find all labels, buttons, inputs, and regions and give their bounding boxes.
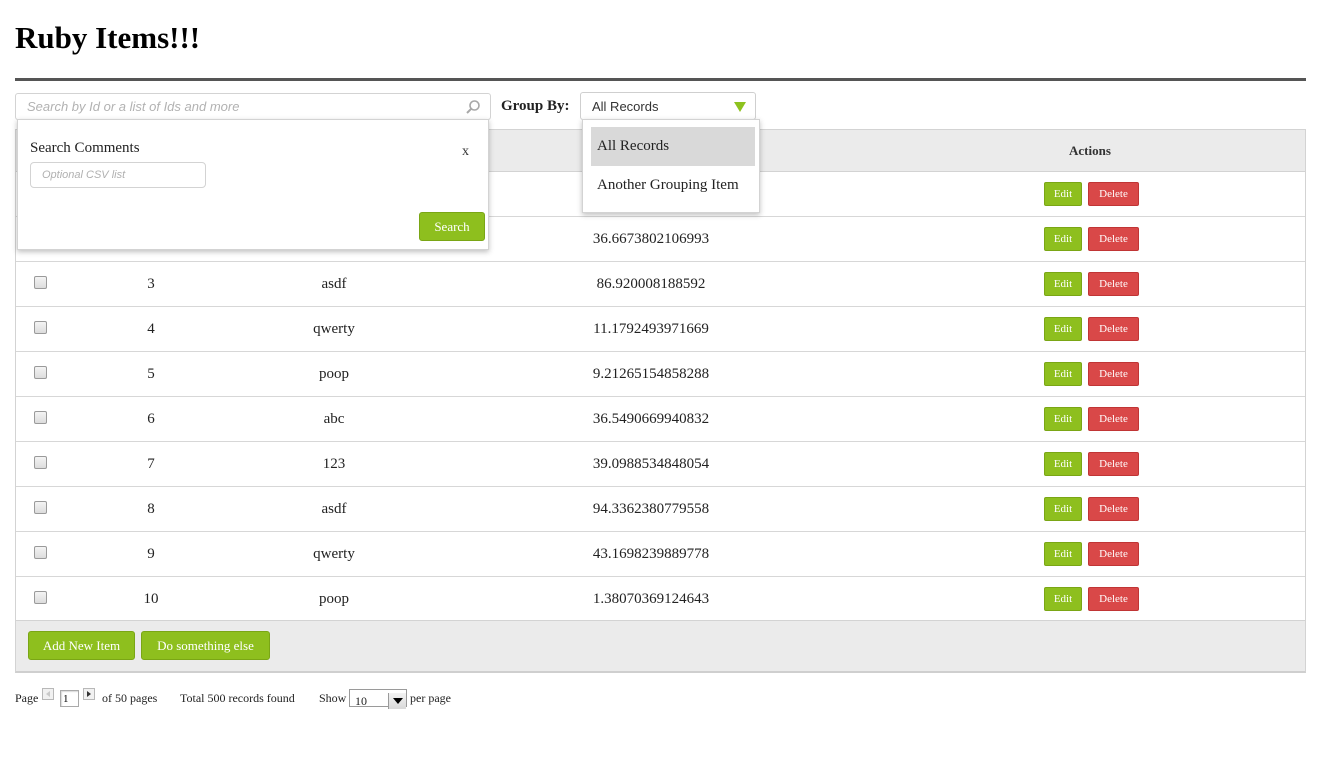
edit-button[interactable]: Edit <box>1044 542 1082 566</box>
delete-button[interactable]: Delete <box>1088 497 1139 521</box>
edit-button[interactable]: Edit <box>1044 362 1082 386</box>
edit-button[interactable]: Edit <box>1044 272 1082 296</box>
row-checkbox[interactable] <box>34 366 47 379</box>
row-name: asdf <box>321 276 347 292</box>
row-name: qwerty <box>313 321 355 337</box>
per-page-value: 10 <box>355 694 367 708</box>
table-row: 5 poop 9.21265154858288 Edit Delete <box>16 352 1305 397</box>
per-page-select[interactable]: 10 <box>349 689 407 709</box>
edit-button[interactable]: Edit <box>1044 497 1082 521</box>
edit-button[interactable]: Edit <box>1044 227 1082 251</box>
edit-button[interactable]: Edit <box>1044 407 1082 431</box>
page-label: Page <box>15 691 39 705</box>
add-new-item-button[interactable]: Add New Item <box>28 631 135 660</box>
row-id: 6 <box>147 411 155 427</box>
table-row: 4 qwerty 11.1792493971669 Edit Delete <box>16 307 1305 352</box>
search-box[interactable] <box>15 93 491 120</box>
row-value: 43.1698239889778 <box>592 546 710 562</box>
row-checkbox[interactable] <box>34 591 47 604</box>
row-id: 7 <box>147 456 155 472</box>
arrow-left-icon <box>46 691 50 697</box>
row-checkbox[interactable] <box>34 456 47 469</box>
row-value: 36.6673802106993 <box>592 231 710 247</box>
grid-footer: Add New Item Do something else <box>16 620 1305 671</box>
row-name: asdf <box>321 501 347 517</box>
row-checkbox[interactable] <box>34 546 47 559</box>
row-name: abc <box>323 411 345 427</box>
row-checkbox[interactable] <box>34 276 47 289</box>
row-name: poop <box>319 591 349 607</box>
group-by-label: Group By: <box>501 98 570 114</box>
row-id: 9 <box>147 546 155 562</box>
table-row: 10 poop 1.38070369124643 Edit Delete <box>16 577 1305 622</box>
title-divider <box>15 78 1306 81</box>
prev-page-button[interactable] <box>42 688 54 700</box>
delete-button[interactable]: Delete <box>1088 407 1139 431</box>
search-input[interactable] <box>16 94 456 119</box>
row-name: poop <box>319 366 349 382</box>
row-value: 39.0988534848054 <box>592 456 710 472</box>
delete-button[interactable]: Delete <box>1088 227 1139 251</box>
row-id: 8 <box>147 501 155 517</box>
table-row: 3 asdf 86.920008188592 Edit Delete <box>16 262 1305 307</box>
row-id: 4 <box>147 321 155 337</box>
row-name: qwerty <box>313 546 355 562</box>
group-by-selected-value: All Records <box>592 99 659 114</box>
delete-button[interactable]: Delete <box>1088 272 1139 296</box>
row-value: 11.1792493971669 <box>593 321 709 337</box>
csv-list-input[interactable] <box>30 162 206 188</box>
page-title: Ruby Items!!! <box>15 20 201 55</box>
table-row: 8 asdf 94.3362380779558 Edit Delete <box>16 487 1305 532</box>
search-button[interactable]: Search <box>419 212 485 241</box>
group-by-select[interactable]: All Records <box>580 92 756 120</box>
group-by-dropdown: All Records Another Grouping Item <box>582 119 760 213</box>
do-something-else-button[interactable]: Do something else <box>141 631 270 660</box>
table-row: 6 abc 36.5490669940832 Edit Delete <box>16 397 1305 442</box>
row-id: 3 <box>147 276 155 292</box>
row-checkbox[interactable] <box>34 501 47 514</box>
per-page-label: per page <box>410 691 451 705</box>
delete-button[interactable]: Delete <box>1088 317 1139 341</box>
close-icon[interactable]: x <box>462 144 469 160</box>
arrow-right-icon <box>87 691 91 697</box>
next-page-button[interactable] <box>83 688 95 700</box>
chevron-down-icon <box>734 102 746 112</box>
search-comments-popup: Search Comments x Search <box>17 119 489 250</box>
row-id: 10 <box>143 591 159 607</box>
page-count-text: of 50 pages <box>102 691 158 705</box>
row-name: 123 <box>322 456 346 472</box>
popup-title: Search Comments <box>30 140 140 156</box>
row-value: 9.21265154858288 <box>592 366 710 382</box>
delete-button[interactable]: Delete <box>1088 542 1139 566</box>
edit-button[interactable]: Edit <box>1044 587 1082 611</box>
page-number-input[interactable] <box>60 690 79 707</box>
show-label: Show <box>319 691 347 705</box>
delete-button[interactable]: Delete <box>1088 587 1139 611</box>
dropdown-option-another-grouping[interactable]: Another Grouping Item <box>591 166 755 205</box>
actions-column-header: Actions <box>1069 143 1111 158</box>
pagination: Page of 50 pages Total 500 records found… <box>15 688 615 709</box>
row-value: 1.38070369124643 <box>592 591 710 607</box>
delete-button[interactable]: Delete <box>1088 362 1139 386</box>
row-checkbox[interactable] <box>34 321 47 334</box>
edit-button[interactable]: Edit <box>1044 182 1082 206</box>
row-value: 94.3362380779558 <box>592 501 710 517</box>
total-records-text: Total 500 records found <box>180 691 295 705</box>
edit-button[interactable]: Edit <box>1044 452 1082 476</box>
edit-button[interactable]: Edit <box>1044 317 1082 341</box>
search-icon[interactable] <box>465 99 481 115</box>
row-value: 36.5490669940832 <box>592 411 710 427</box>
dropdown-option-all-records[interactable]: All Records <box>591 127 755 166</box>
table-row: 7 123 39.0988534848054 Edit Delete <box>16 442 1305 487</box>
chevron-down-icon <box>388 693 406 709</box>
table-row: 9 qwerty 43.1698239889778 Edit Delete <box>16 532 1305 577</box>
delete-button[interactable]: Delete <box>1088 182 1139 206</box>
row-checkbox[interactable] <box>34 411 47 424</box>
delete-button[interactable]: Delete <box>1088 452 1139 476</box>
row-id: 5 <box>147 366 155 382</box>
row-value: 86.920008188592 <box>596 276 706 292</box>
